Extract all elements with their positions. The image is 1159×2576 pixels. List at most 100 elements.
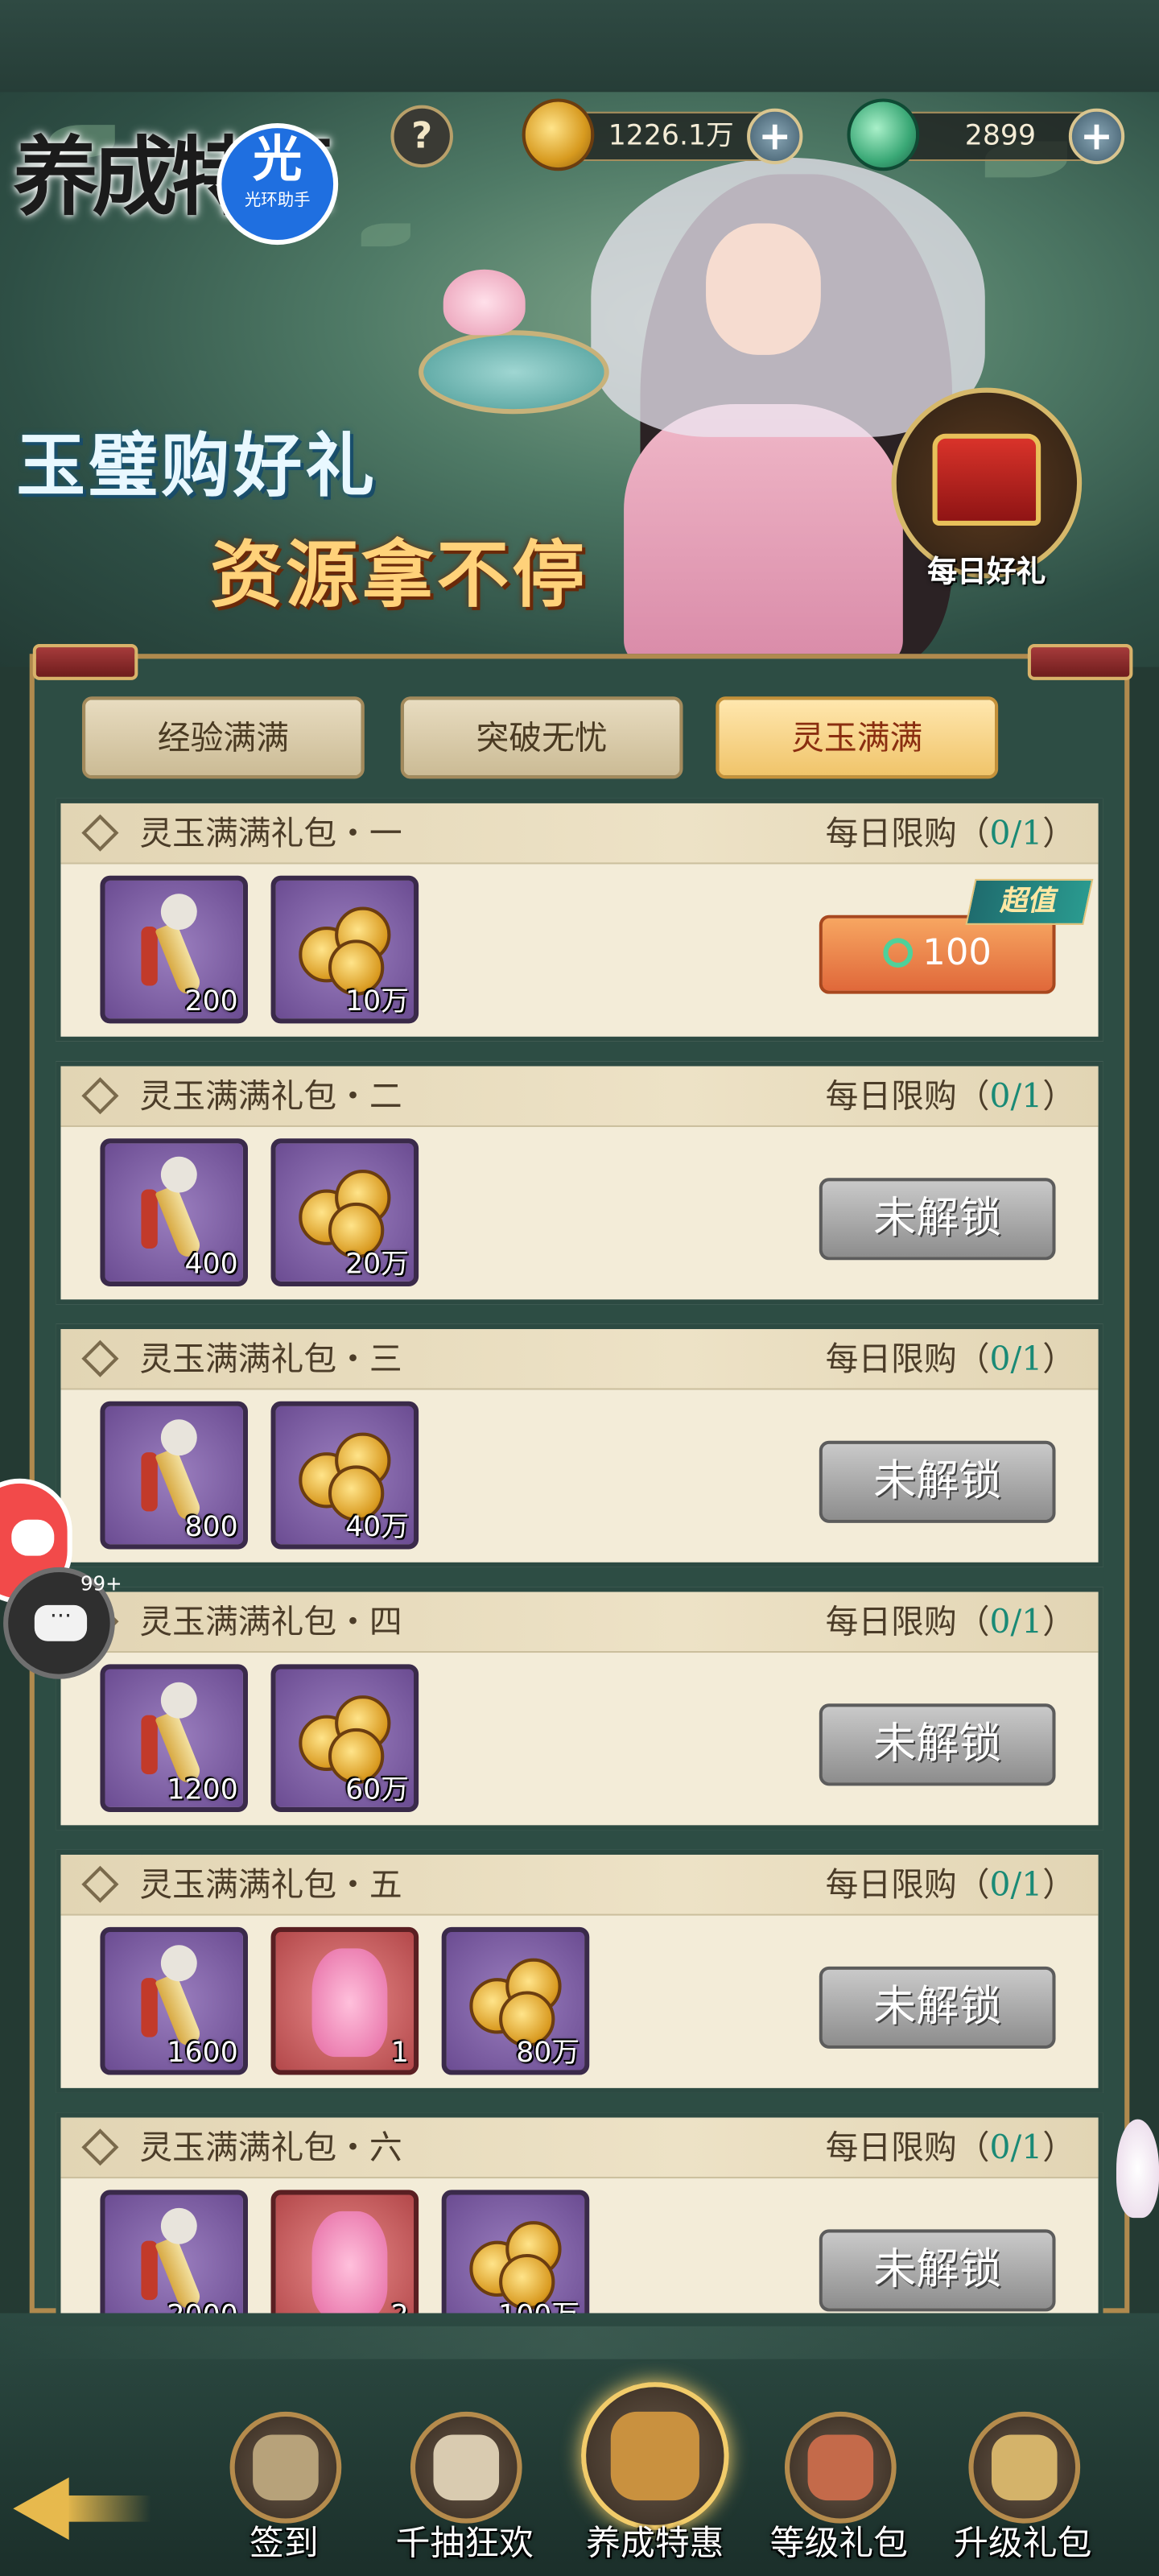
item-quantity: 800 <box>184 1511 238 1545</box>
value-tag: 超值 <box>965 878 1094 925</box>
item-quantity: 1 <box>390 2037 409 2070</box>
dagger-icon <box>141 894 213 999</box>
knot-icon <box>81 1077 119 1115</box>
dagger-icon <box>141 1682 213 1788</box>
limit-count: 0/1 <box>989 1864 1043 1905</box>
pack-name: 灵玉满满礼包・五 <box>139 1864 402 1905</box>
nav-item[interactable]: 签到 <box>194 2402 374 2573</box>
reward-item[interactable]: 400 <box>100 1138 248 1286</box>
gift-pack-card: 灵玉满满礼包・一 每日限购（0/1） 200 10万 100 超值 <box>56 798 1103 1042</box>
reward-item[interactable]: 1200 <box>100 1664 248 1813</box>
scroll-icon <box>229 2411 342 2524</box>
item-quantity: 100万 <box>498 2292 580 2313</box>
nav-item[interactable]: 升级礼包 <box>933 2402 1113 2573</box>
back-arrow-icon <box>13 2477 69 2541</box>
tab-exp[interactable]: 经验满满 <box>81 696 365 779</box>
treasure-chest-icon <box>581 2382 729 2530</box>
limit-suffix: ） <box>1042 1601 1076 1641</box>
badge-label: 光环助手 <box>244 192 311 211</box>
limit-prefix: 每日限购（ <box>825 1339 990 1379</box>
reward-item[interactable]: 1 <box>270 1926 419 2075</box>
pack-name: 灵玉满满礼包・六 <box>139 2127 402 2167</box>
limit-prefix: 每日限购（ <box>825 1601 990 1641</box>
daily-gift-label: 每日好礼 <box>927 555 1046 590</box>
limit-suffix: ） <box>1042 2127 1076 2167</box>
leaf-decoration <box>361 223 410 247</box>
item-quantity: 20万 <box>345 1249 409 1282</box>
gift-pack-card: 灵玉满满礼包・五 每日限购（0/1） 1600 1 80万 未解锁 <box>56 1849 1103 2093</box>
dagger-icon <box>141 1419 213 1525</box>
reward-item[interactable]: 60万 <box>270 1664 419 1813</box>
help-button[interactable]: ? <box>390 105 453 168</box>
item-quantity: 10万 <box>345 985 409 1019</box>
purchase-limit: 每日限购（0/1） <box>826 1066 1075 1125</box>
reward-item[interactable]: 2 <box>270 2190 419 2314</box>
add-coins-button[interactable]: + <box>747 108 803 165</box>
nav-item[interactable]: 千抽狂欢 <box>374 2402 555 2573</box>
limit-count: 0/1 <box>989 1339 1043 1379</box>
limit-suffix: ） <box>1042 813 1076 853</box>
item-quantity: 400 <box>184 1249 238 1282</box>
chat-unread-badge: 99+ <box>80 1572 122 1596</box>
tab-spirit-jade[interactable]: 灵玉满满 <box>716 696 999 779</box>
item-quantity: 40万 <box>345 1511 409 1545</box>
limit-count: 0/1 <box>989 813 1043 853</box>
gift-pack-card: 灵玉满满礼包・六 每日限购（0/1） 2000 2 100万 未解锁 <box>56 2112 1103 2314</box>
pack-header: 灵玉满满礼包・二 每日限购（0/1） <box>60 1066 1099 1127</box>
reward-item[interactable]: 800 <box>100 1401 248 1550</box>
dagger-icon <box>141 1156 213 1262</box>
nav-item[interactable]: 养成特惠 <box>565 2382 745 2573</box>
coin-amount: 1226.1万 <box>608 119 734 153</box>
add-jade-button[interactable]: + <box>1068 108 1125 165</box>
reward-item[interactable]: 20万 <box>270 1138 419 1286</box>
daily-gift-button[interactable]: 每日好礼 <box>883 387 1090 601</box>
banner-slogan-top: 玉璧购好礼 <box>16 425 378 506</box>
purchase-limit: 每日限购（0/1） <box>826 803 1075 862</box>
beast-figurine-icon <box>311 2211 388 2314</box>
limit-count: 0/1 <box>989 1601 1043 1641</box>
locked-button[interactable]: 未解锁 <box>819 1966 1056 2049</box>
knot-icon <box>81 1340 119 1377</box>
gift-pack-card: 灵玉满满礼包・三 每日限购（0/1） 800 40万 未解锁 <box>56 1323 1103 1567</box>
tab-breakthrough[interactable]: 突破无忧 <box>400 696 683 779</box>
reward-item[interactable]: 100万 <box>441 2190 590 2314</box>
buy-button[interactable]: 100 <box>819 914 1056 994</box>
back-button[interactable] <box>0 2471 158 2546</box>
locked-button[interactable]: 未解锁 <box>819 2229 1056 2312</box>
chat-float-button[interactable]: ··· 99+ <box>3 1567 122 1679</box>
halo-assistant-badge[interactable]: 光 光环助手 <box>217 123 339 246</box>
locked-button[interactable]: 未解锁 <box>819 1703 1056 1786</box>
limit-prefix: 每日限购（ <box>825 813 990 853</box>
reward-item[interactable]: 200 <box>100 875 248 1024</box>
knot-icon <box>81 1865 119 1903</box>
limit-suffix: ） <box>1042 1075 1076 1116</box>
jade-currency-icon <box>883 938 914 968</box>
pack-list[interactable]: 灵玉满满礼包・一 每日限购（0/1） 200 10万 100 超值灵玉满满礼包・二 每日限购… <box>56 798 1103 2314</box>
pack-header: 灵玉满满礼包・四 每日限购（0/1） <box>60 1591 1099 1653</box>
dagger-icon <box>141 2207 213 2314</box>
reward-item[interactable]: 80万 <box>441 1926 590 2075</box>
reward-item[interactable]: 2000 <box>100 2190 248 2314</box>
item-quantity: 2 <box>391 2300 409 2313</box>
limit-prefix: 每日限购（ <box>825 1075 990 1116</box>
reward-item[interactable]: 10万 <box>270 875 419 1024</box>
gamepad-icon <box>11 1519 55 1556</box>
reward-item[interactable]: 40万 <box>270 1401 419 1550</box>
buy-price: 100 <box>922 933 992 975</box>
letters-icon <box>410 2411 522 2524</box>
locked-button[interactable]: 未解锁 <box>819 1440 1056 1523</box>
beast-figurine-icon <box>311 1948 388 2058</box>
gift-bag-icon <box>784 2411 897 2524</box>
limit-suffix: ） <box>1042 1864 1076 1905</box>
top-strip <box>0 0 1159 93</box>
pack-header: 灵玉满满礼包・一 每日限购（0/1） <box>60 803 1099 865</box>
nav-label: 等级礼包 <box>769 2523 908 2563</box>
dagger-icon <box>141 1945 213 2050</box>
nav-label: 千抽狂欢 <box>395 2523 534 2563</box>
locked-button[interactable]: 未解锁 <box>819 1178 1056 1261</box>
item-quantity: 80万 <box>516 2037 580 2070</box>
nav-label: 升级礼包 <box>954 2523 1092 2563</box>
nav-item[interactable]: 等级礼包 <box>749 2402 929 2573</box>
chat-bubble-icon: ··· <box>34 1605 88 1641</box>
reward-item[interactable]: 1600 <box>100 1926 248 2075</box>
